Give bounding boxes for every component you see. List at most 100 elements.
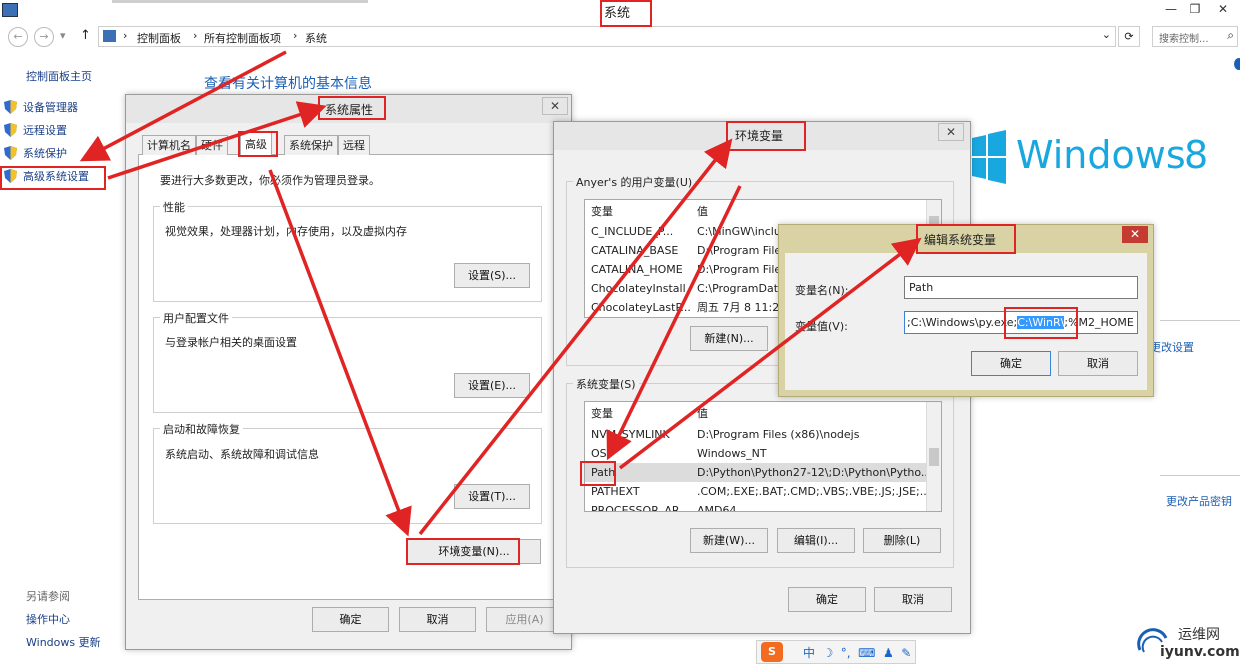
table-row[interactable]: NVM_SYMLINK D:\Program Files (x86)\nodejs	[585, 425, 929, 444]
breadcrumb-sep: ›	[193, 29, 198, 42]
list-header: 变量 值	[585, 202, 929, 221]
windows-wordmark: Windows	[1016, 133, 1186, 177]
system-variables-list[interactable]: 变量 值 NVM_SYMLINK D:\Program Files (x86)\n…	[584, 401, 942, 512]
sidebar-item-device-manager[interactable]: 设备管理器	[4, 98, 78, 118]
forward-button[interactable]: →	[34, 27, 54, 47]
watermark: 运维网 iyunv.com	[1136, 622, 1240, 666]
scrollbar-thumb[interactable]	[929, 448, 939, 466]
sidebar-link-action-center[interactable]: 操作中心	[26, 611, 70, 627]
group-label: 用户配置文件	[160, 310, 232, 326]
annotation-box	[580, 461, 616, 486]
annotation-box	[0, 166, 106, 190]
address-dropdown-icon[interactable]: ⌄	[1102, 28, 1111, 41]
user-profile-settings-button[interactable]: 设置(E)...	[454, 373, 530, 398]
column-header-value[interactable]: 值	[697, 202, 927, 221]
up-button[interactable]: ↑	[80, 28, 91, 43]
variable-name-input[interactable]: Path	[904, 276, 1138, 299]
annotation-box	[318, 96, 386, 120]
tools-icon[interactable]: ✎	[901, 646, 911, 660]
search-icon[interactable]: ⌕	[1227, 28, 1234, 43]
windows-flag-icon	[972, 130, 1006, 184]
refresh-button[interactable]: ⟳	[1118, 26, 1140, 47]
tab-remote[interactable]: 远程	[338, 135, 370, 155]
table-row-selected[interactable]: Path D:\Python\Python27-12\;D:\Python\Pyt…	[585, 463, 929, 482]
history-dropdown-icon[interactable]: ▾	[60, 29, 66, 42]
close-icon[interactable]: ✕	[1122, 226, 1148, 243]
column-header-variable[interactable]: 变量	[591, 404, 695, 423]
back-button[interactable]: ←	[8, 27, 28, 47]
scrollbar[interactable]	[926, 402, 941, 511]
punctuation-icon[interactable]: °,	[841, 646, 851, 660]
watermark-cn: 运维网	[1178, 627, 1220, 643]
change-settings-link[interactable]: 更改设置	[1150, 339, 1194, 355]
watermark-url: iyunv.com	[1160, 644, 1240, 660]
system-new-button[interactable]: 新建(W)...	[690, 528, 768, 553]
breadcrumb-item[interactable]: 控制面板	[137, 30, 181, 46]
cancel-button[interactable]: 取消	[874, 587, 952, 612]
sidebar-item-label: 远程设置	[23, 124, 67, 137]
value-text: ;C:\Windows\py.exe;	[907, 316, 1018, 329]
sidebar-item-label: 设备管理器	[23, 101, 78, 114]
minimize-button[interactable]: —	[1158, 0, 1184, 18]
ok-button[interactable]: 确定	[971, 351, 1051, 376]
close-icon[interactable]: ✕	[938, 123, 964, 141]
breadcrumb-item[interactable]: 所有控制面板项	[204, 30, 281, 46]
column-header-variable[interactable]: 变量	[591, 202, 695, 221]
user-icon[interactable]: ♟	[883, 646, 894, 660]
sidebar-item-remote-settings[interactable]: 远程设置	[4, 121, 67, 141]
annotation-box	[600, 0, 652, 27]
keyboard-icon[interactable]: ⌨	[858, 646, 875, 660]
admin-note: 要进行大多数更改，你必须作为管理员登录。	[160, 174, 380, 187]
windows-logo: Windows 8	[972, 128, 1228, 188]
sidebar-item-system-protection[interactable]: 系统保护	[4, 144, 67, 164]
address-bar[interactable]: › 控制面板 › 所有控制面板项 › 系统 ⌄	[98, 26, 1116, 47]
user-profile-desc: 与登录帐户相关的桌面设置	[165, 336, 297, 349]
close-icon[interactable]: ✕	[542, 97, 568, 115]
startup-settings-button[interactable]: 设置(T)...	[454, 484, 530, 509]
tab-hardware[interactable]: 硬件	[196, 135, 228, 155]
system-edit-button[interactable]: 编辑(I)...	[777, 528, 855, 553]
apply-button[interactable]: 应用(A)	[486, 607, 563, 632]
half-width-icon[interactable]: ☽	[823, 646, 834, 660]
ok-button[interactable]: 确定	[312, 607, 389, 632]
user-new-button[interactable]: 新建(N)...	[690, 326, 768, 351]
group-label: 性能	[160, 199, 188, 215]
variable-value-label: 变量值(V):	[795, 320, 848, 333]
column-header-value[interactable]: 值	[697, 404, 927, 423]
variable-value: AMD64	[697, 504, 737, 512]
help-icon[interactable]	[1234, 58, 1240, 70]
table-row[interactable]: OS Windows_NT	[585, 444, 929, 463]
list-header: 变量 值	[585, 404, 929, 423]
annotation-box	[1004, 307, 1078, 339]
chinese-mode-icon[interactable]: 中	[803, 644, 815, 661]
annotation-box	[238, 131, 278, 157]
breadcrumb-sep: ›	[293, 29, 298, 42]
sogou-logo-icon[interactable]: S	[761, 642, 783, 662]
ok-button[interactable]: 确定	[788, 587, 866, 612]
change-product-key-link[interactable]: 更改产品密钥	[1166, 493, 1232, 509]
performance-settings-button[interactable]: 设置(S)...	[454, 263, 530, 288]
restore-button[interactable]: ❐	[1182, 0, 1208, 18]
table-row[interactable]: PROCESSOR_AR... AMD64	[585, 501, 929, 512]
cancel-button[interactable]: 取消	[399, 607, 476, 632]
startup-recovery-desc: 系统启动、系统故障和调试信息	[165, 448, 319, 461]
main-divider	[1160, 475, 1240, 476]
tab-system-protection[interactable]: 系统保护	[284, 135, 338, 155]
main-divider	[1160, 320, 1240, 321]
cancel-button[interactable]: 取消	[1058, 351, 1138, 376]
search-placeholder: 搜索控制...	[1159, 34, 1209, 45]
breadcrumb-item[interactable]: 系统	[305, 30, 327, 46]
variable-name: NVM_SYMLINK	[591, 428, 670, 441]
tab-computer-name[interactable]: 计算机名	[142, 135, 196, 155]
variable-value: D:\Program Files (x86)\nodejs	[697, 428, 860, 441]
search-box[interactable]: 搜索控制... ⌕	[1152, 26, 1238, 47]
shield-icon	[4, 146, 17, 160]
page-heading: 查看有关计算机的基本信息	[204, 76, 372, 92]
system-delete-button[interactable]: 删除(L)	[863, 528, 941, 553]
shield-icon	[4, 123, 17, 137]
sidebar-link-windows-update[interactable]: Windows 更新	[26, 634, 101, 650]
sidebar-home-link[interactable]: 控制面板主页	[26, 68, 92, 84]
table-row[interactable]: PATHEXT .COM;.EXE;.BAT;.CMD;.VBS;.VBE;.JS…	[585, 482, 929, 501]
group-label: 启动和故障恢复	[160, 421, 243, 437]
close-button[interactable]: ✕	[1210, 0, 1236, 18]
